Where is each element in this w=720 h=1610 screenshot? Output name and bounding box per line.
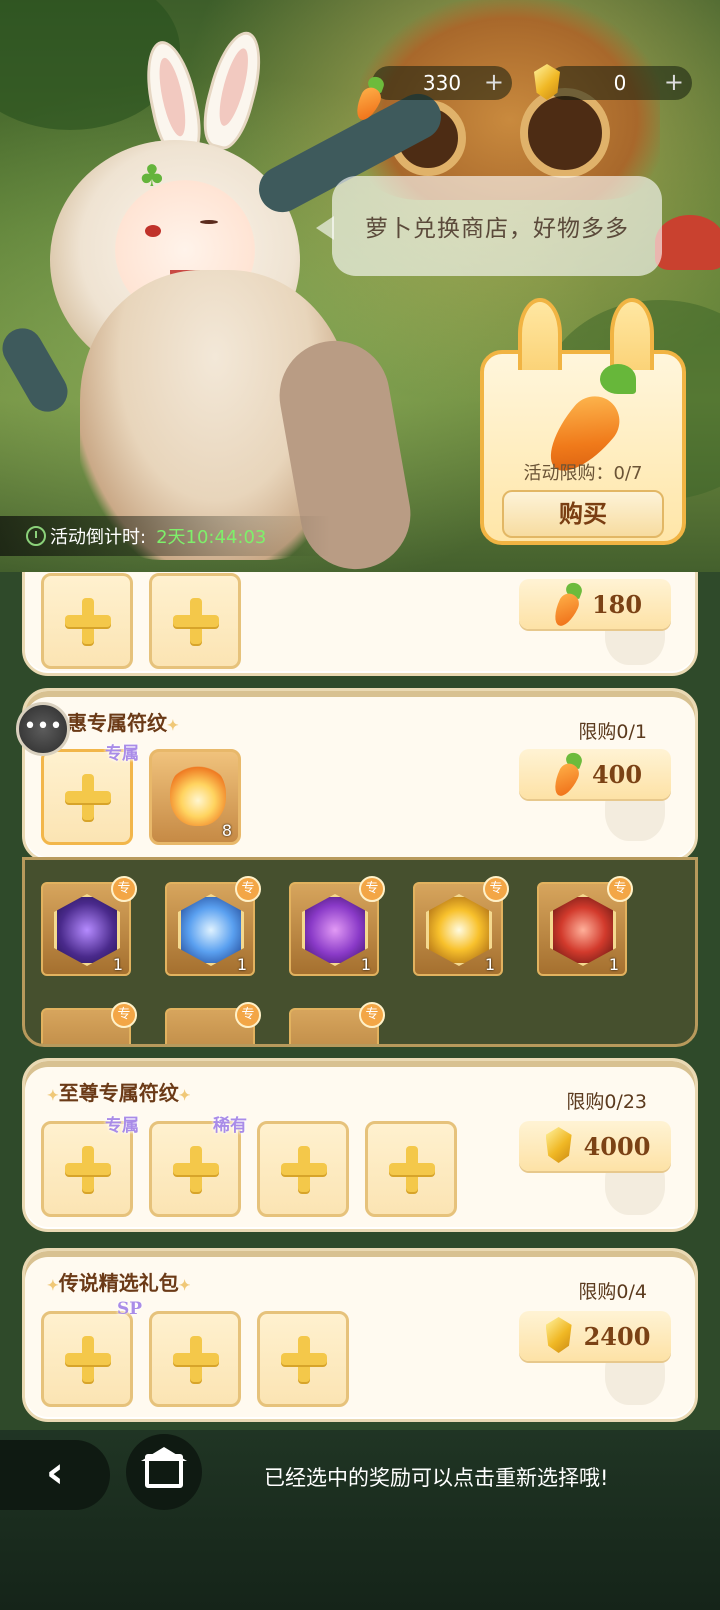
price-value: 4000 [583,1131,651,1161]
rune-count: 1 [236,955,247,974]
purchase-limit: 限购0/1 [578,721,647,743]
empty-slot[interactable] [257,1311,349,1407]
exclusive-tag: 专属 [105,744,139,764]
rune-selection-panel[interactable]: 专 1 专 1 专 1 专 1 专 1 专 专 专 [22,857,698,1047]
carrot-currency: 330 + [372,66,512,100]
price-value: 180 [591,589,643,619]
carrot-icon [548,750,588,800]
gem-icon [528,60,570,106]
back-arrow-icon: ‹ [45,1447,65,1498]
flame-rune-icon [170,762,226,826]
rune-count: 1 [608,955,619,974]
rune-count: 1 [360,955,371,974]
character-eye [145,225,161,237]
empty-slot[interactable] [257,1121,349,1217]
rare-tag: 稀有 [213,1116,247,1136]
home-icon [145,1454,183,1488]
clover-icon: ♣ [138,159,166,194]
red-dragon-rune-icon [550,894,616,966]
empty-slot[interactable] [365,1121,457,1217]
character-wink [200,220,218,224]
violet-beast-rune-icon [302,894,368,966]
card-title-text: 至尊专属符纹 [58,1081,179,1105]
chat-button[interactable]: ••• [16,702,70,756]
price-button[interactable]: 400 [519,749,671,800]
exclusive-badge: 专 [111,876,137,902]
purple-feather-rune-icon [54,894,120,966]
card-ear [518,298,562,370]
bottom-bar: ‹ 已经选中的奖励可以点击重新选择哦! [0,1430,720,1610]
price-button[interactable]: 4000 [519,1121,671,1171]
clock-icon [26,526,46,546]
ice-crystal-rune-icon [178,894,244,966]
rune-count: 1 [484,955,495,974]
rune-option[interactable]: 专 1 [289,876,385,976]
empty-slot[interactable] [149,573,241,669]
rune-option[interactable]: 专 [289,1002,385,1044]
countdown-value: 2天10:44:03 [156,527,267,548]
item-count: 8 [221,821,232,840]
exclusive-badge: 专 [607,876,633,902]
shop-list[interactable]: 180 特惠专属符纹✦ 专属 8 限购0/1 400 专 1 专 1 专 1 专… [0,572,720,1472]
rune-option[interactable]: 专 [41,1002,137,1044]
empty-slot[interactable] [149,1311,241,1407]
golden-burst-rune-icon [426,894,492,966]
exclusive-badge: 专 [235,876,261,902]
rune-option[interactable]: 专 1 [165,876,261,976]
rune-option[interactable]: 专 1 [537,876,633,976]
exclusive-tag: 专属 [105,1116,139,1136]
price-button[interactable]: 180 [519,579,671,630]
mushroom [655,215,720,270]
rune-option[interactable]: 专 1 [41,876,137,976]
carrot-icon [350,60,392,124]
exclusive-badge: 专 [111,1002,137,1028]
carrot-icon [548,580,588,630]
price-button[interactable]: 2400 [519,1311,671,1361]
add-gem-button[interactable]: + [664,68,684,96]
countdown-label: 活动倒计时: [50,527,147,548]
card-title: ✦传说精选礼包✦ [47,1271,191,1295]
exclusive-badge: 专 [359,1002,385,1028]
hint-text: 已经选中的奖励可以点击重新选择哦! [264,1466,609,1490]
exclusive-badge: 专 [483,876,509,902]
shop-card: 180 [22,572,698,676]
back-button[interactable]: ‹ [0,1440,110,1510]
empty-slot[interactable] [41,1311,133,1407]
featured-carrot-offer: 活动限购：0/7 购买 [480,298,686,545]
exclusive-badge: 专 [359,876,385,902]
card-title: ✦至尊专属符纹✦ [47,1081,191,1105]
price-value: 2400 [583,1321,651,1351]
price-value: 400 [591,759,643,789]
shop-card-special: 特惠专属符纹✦ 专属 8 限购0/1 400 [22,688,698,862]
purchase-limit: 限购0/4 [578,1281,647,1303]
bunny-ear-right [195,26,271,154]
rune-option[interactable]: 专 [165,1002,261,1044]
carrot-icon [534,364,644,485]
exclusive-badge: 专 [235,1002,261,1028]
card-title-text: 传说精选礼包 [58,1271,179,1295]
bunny-girl-character: ♣ [0,26,450,572]
feature-limit: 活动限购：0/7 [523,463,643,484]
card-ear [610,298,654,370]
gem-icon [540,1123,580,1169]
character-arm [0,321,75,419]
add-carrot-button[interactable]: + [484,68,504,96]
gem-icon [540,1313,580,1359]
buy-button[interactable]: 购买 [502,490,664,538]
purchase-limit: 限购0/23 [566,1091,647,1113]
shop-card-legend: ✦传说精选礼包✦ SP 限购0/4 2400 [22,1248,698,1422]
countdown: 活动倒计时: 2天10:44:03 [0,516,330,556]
rune-option[interactable]: 专 1 [413,876,509,976]
speech-bubble: 萝卜兑换商店，好物多多 [316,176,662,276]
home-button[interactable] [126,1434,202,1510]
hero-banner: ♣ 330 + 0 + 萝卜兑换商店，好物多多 活动限购：0/7 购买 活动倒计… [0,0,720,572]
rune-item[interactable]: 8 [149,749,241,845]
empty-slot[interactable] [41,573,133,669]
shop-card-supreme: ✦至尊专属符纹✦ 专属 稀有 限购0/23 4000 [22,1058,698,1232]
rune-count: 1 [112,955,123,974]
sp-tag: SP [117,1299,143,1319]
